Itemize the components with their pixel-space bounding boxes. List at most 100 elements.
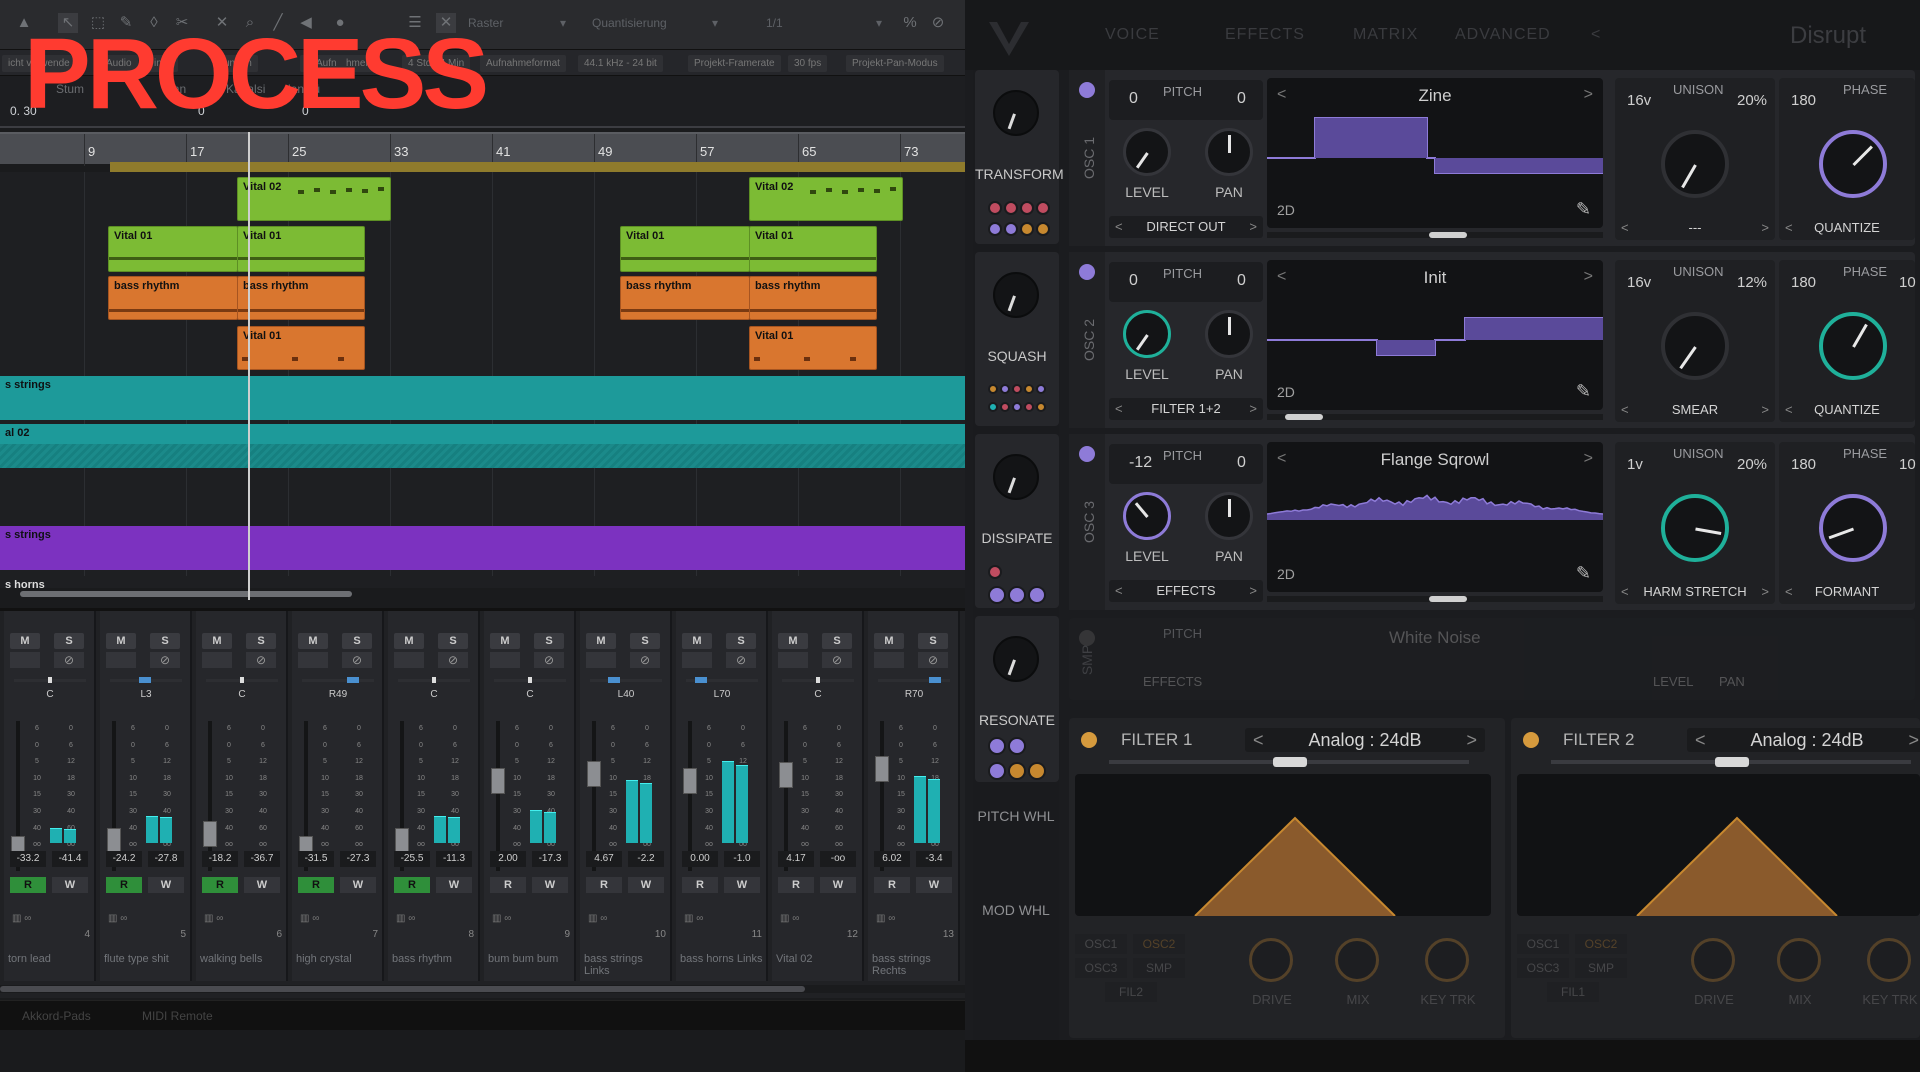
read-button[interactable]: R (10, 877, 46, 893)
clip[interactable]: bass rhythm (108, 276, 238, 320)
wavetable-name[interactable]: Init (1267, 268, 1603, 288)
info-cell[interactable]: Projekt-Framerate (688, 55, 781, 72)
phase-random-value[interactable]: 10 (1899, 456, 1916, 473)
filter-1-blend-slider[interactable] (1109, 757, 1469, 767)
filter-mix-knob[interactable] (1335, 938, 1379, 982)
pan-value[interactable]: C (398, 689, 470, 700)
solo-button[interactable]: S (150, 633, 180, 649)
wave-frame-slider[interactable] (1267, 596, 1603, 602)
solo-button[interactable]: S (534, 633, 564, 649)
macro-knob[interactable] (993, 454, 1039, 500)
phase-value[interactable]: 180 (1791, 274, 1816, 291)
pan-value[interactable]: R49 (302, 689, 374, 700)
timeline-ruler[interactable]: 9 17 25 33 41 49 57 65 73 (0, 132, 965, 166)
prev-icon[interactable]: < (1621, 218, 1629, 238)
mute-button[interactable]: M (106, 633, 136, 649)
clip[interactable]: Vital 02 (749, 177, 903, 221)
clip[interactable]: Vital 01 (749, 226, 877, 272)
quantize-dropdown-icon[interactable]: ▾ (712, 16, 718, 30)
level-knob[interactable] (1123, 128, 1171, 176)
edit-icon[interactable]: ⊘ (246, 652, 276, 668)
info-cell[interactable]: Projekt-Pan-Modus (846, 55, 944, 72)
channel-name[interactable]: high crystal (296, 953, 382, 981)
read-button[interactable]: R (298, 877, 334, 893)
level-knob[interactable] (1123, 492, 1171, 540)
solo-button[interactable]: S (342, 633, 372, 649)
prev-icon[interactable]: < (1115, 580, 1123, 602)
filter-osc2-button[interactable]: OSC2 (1575, 934, 1627, 954)
unison-mode[interactable]: < --- > (1615, 218, 1775, 238)
pan-value[interactable]: L70 (686, 689, 758, 700)
macro-mod-dots[interactable] (987, 382, 1051, 418)
osc-1-toggle[interactable] (1079, 82, 1095, 98)
volume-fader[interactable] (587, 760, 601, 787)
prev-icon[interactable]: < (1785, 218, 1793, 238)
write-button[interactable]: W (148, 877, 184, 893)
next-icon[interactable]: > (1249, 580, 1257, 602)
fader-track[interactable] (496, 721, 500, 871)
scrollbar-thumb[interactable] (0, 986, 805, 992)
prev-icon[interactable]: < (1785, 582, 1793, 602)
read-button[interactable]: R (778, 877, 814, 893)
edit-icon[interactable]: ⊘ (918, 652, 948, 668)
loop-range[interactable] (110, 162, 965, 172)
filter-osc2-button[interactable]: OSC2 (1133, 934, 1185, 954)
quantize-menu-icon[interactable]: ▾ (560, 16, 566, 30)
pan-value[interactable]: C (494, 689, 566, 700)
prev-icon[interactable]: < (1785, 400, 1793, 420)
clip[interactable]: Vital 02 (237, 177, 391, 221)
peak-value[interactable]: -2.2 (628, 851, 664, 867)
midi-remote-tab[interactable]: MIDI Remote (142, 1009, 213, 1023)
peak-value[interactable]: -3.4 (916, 851, 952, 867)
mute-button[interactable]: M (298, 633, 328, 649)
listen-icon[interactable] (394, 652, 424, 668)
info-cell[interactable]: 44.1 kHz - 24 bit (578, 55, 663, 72)
next-icon[interactable]: > (1761, 400, 1769, 420)
slider-thumb[interactable] (1285, 414, 1323, 420)
write-button[interactable]: W (244, 877, 280, 893)
pan-bar[interactable] (590, 679, 662, 682)
prev-icon[interactable]: < (1695, 728, 1706, 752)
mute-button[interactable]: M (202, 633, 232, 649)
prev-icon[interactable]: < (1115, 398, 1123, 420)
volume-value[interactable]: 4.17 (778, 851, 814, 867)
link-icon[interactable]: ⊘ (928, 13, 948, 33)
mute-button[interactable]: M (682, 633, 712, 649)
slider-thumb[interactable] (1429, 232, 1467, 238)
tab-matrix[interactable]: MATRIX (1353, 26, 1418, 44)
write-button[interactable]: W (820, 877, 856, 893)
volume-value[interactable]: -24.2 (106, 851, 142, 867)
pitch-control[interactable]: 0 PITCH 0 (1109, 80, 1263, 120)
clip[interactable]: Vital 01 (620, 226, 750, 272)
mixer-scrollbar[interactable] (0, 985, 965, 993)
read-button[interactable]: R (106, 877, 142, 893)
filter-2-toggle[interactable] (1523, 732, 1539, 748)
mute-button[interactable]: M (490, 633, 520, 649)
read-button[interactable]: R (490, 877, 526, 893)
unison-voices[interactable]: 16v (1627, 92, 1651, 109)
view-2d-toggle[interactable]: 2D (1277, 384, 1295, 400)
clip[interactable]: bass rhythm (237, 276, 365, 320)
phase-mode[interactable]: < QUANTIZE (1779, 400, 1915, 420)
pan-value[interactable]: C (206, 689, 278, 700)
preset-name[interactable]: Disrupt (1790, 22, 1866, 50)
mute-button[interactable]: M (874, 633, 904, 649)
view-2d-toggle[interactable]: 2D (1277, 566, 1295, 582)
edit-icon[interactable]: ⊘ (726, 652, 756, 668)
prev-icon[interactable]: < (1621, 582, 1629, 602)
track-lane[interactable]: s strings (0, 376, 965, 420)
filter-1-response-graph[interactable] (1075, 774, 1491, 916)
macro-mod-dots[interactable] (987, 736, 1051, 780)
filter-fil-button[interactable]: FIL2 (1105, 982, 1157, 1002)
read-button[interactable]: R (394, 877, 430, 893)
channel-name[interactable]: bum bum bum (488, 953, 574, 981)
solo-button[interactable]: S (438, 633, 468, 649)
filter-smp-button[interactable]: SMP (1575, 958, 1627, 978)
fader-track[interactable] (688, 721, 692, 871)
clip[interactable]: Vital 01 (237, 226, 365, 272)
filter-fil-button[interactable]: FIL1 (1547, 982, 1599, 1002)
edit-icon[interactable]: ⊘ (342, 652, 372, 668)
solo-button[interactable]: S (918, 633, 948, 649)
view-2d-toggle[interactable]: 2D (1277, 202, 1295, 218)
channel-name[interactable]: bass strings Rechts (872, 953, 958, 981)
